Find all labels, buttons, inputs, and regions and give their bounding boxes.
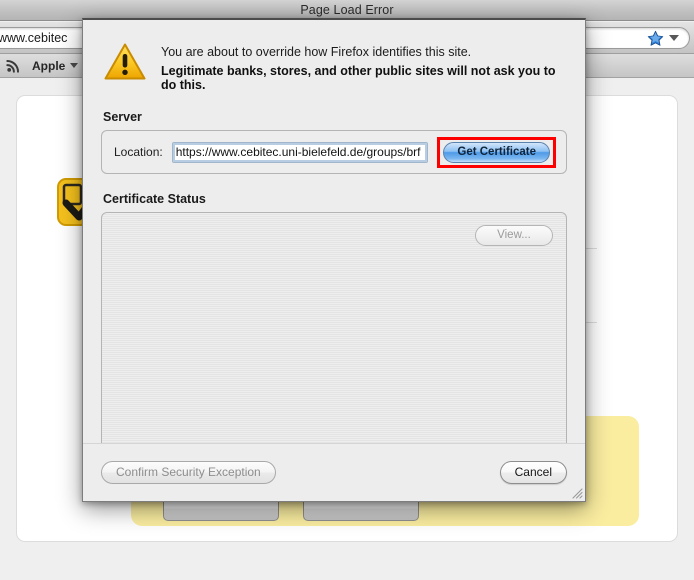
screen: Page Load Error //www.cebitec (0, 0, 694, 580)
server-group-title: Server (103, 110, 142, 124)
add-security-exception-dialog: You are about to override how Firefox id… (82, 18, 586, 502)
confirm-security-exception-button[interactable]: Confirm Security Exception (101, 461, 276, 484)
cancel-button[interactable]: Cancel (499, 461, 567, 484)
url-text: //www.cebitec (0, 31, 68, 45)
dialog-warning-text: You are about to override how Firefox id… (161, 40, 565, 92)
get-certificate-highlight: Get Certificate (437, 136, 556, 168)
server-group: Server Location: https://www.cebitec.uni… (101, 110, 567, 174)
dialog-footer: Confirm Security Exception Cancel (83, 443, 585, 501)
location-label: Location: (114, 145, 163, 159)
warning-line-secondary: Legitimate banks, stores, and other publ… (161, 64, 556, 92)
warning-triangle-icon (103, 40, 147, 84)
url-bar-actions (647, 28, 679, 48)
server-panel: Location: https://www.cebitec.uni-bielef… (101, 130, 567, 174)
warning-line-primary: You are about to override how Firefox id… (161, 45, 472, 59)
resize-grip-icon[interactable] (570, 486, 583, 499)
view-certificate-button[interactable]: View... (475, 225, 553, 246)
certificate-status-group-title: Certificate Status (103, 192, 206, 206)
dialog-body: You are about to override how Firefox id… (83, 20, 585, 489)
dialog-warning-header: You are about to override how Firefox id… (101, 34, 567, 92)
location-input[interactable]: https://www.cebitec.uni-bielefeld.de/gro… (171, 141, 429, 163)
rss-icon[interactable] (6, 58, 21, 73)
bookmark-item-apple[interactable]: Apple (32, 58, 79, 73)
get-certificate-button[interactable]: Get Certificate (443, 141, 550, 163)
star-icon[interactable] (647, 30, 664, 47)
bookmark-item-label: Apple (32, 58, 66, 73)
chevron-down-icon (70, 63, 79, 68)
chevron-down-icon[interactable] (669, 35, 679, 41)
page-title: Page Load Error (300, 3, 394, 17)
